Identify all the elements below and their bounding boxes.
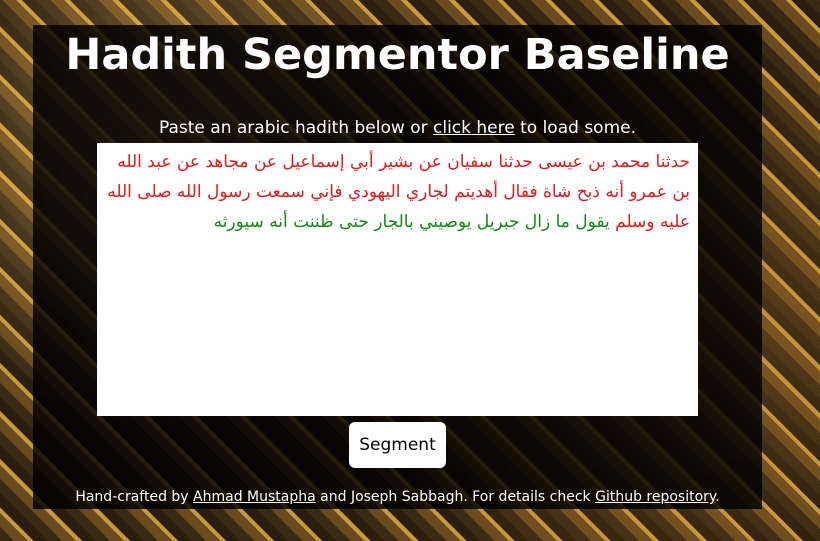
author-link[interactable]: Ahmad Mustapha — [193, 489, 316, 505]
load-examples-link[interactable]: click here — [433, 118, 515, 138]
segment-text: يقول ما زال جبريل يوصيني بالجار حتى ظننت… — [213, 212, 610, 232]
page-title: Hadith Segmentor Baseline — [65, 30, 730, 80]
footer-prefix: Hand-crafted by — [75, 489, 194, 505]
instructions-text: Paste an arabic hadith below or click he… — [33, 117, 762, 139]
footer: Hand-crafted by Ahmad Mustapha and Josep… — [33, 488, 762, 506]
instructions-after: to load some. — [514, 118, 636, 138]
segment-button[interactable]: Segment — [349, 422, 446, 468]
footer-middle: and Joseph Sabbagh. For details check — [315, 489, 596, 505]
main-panel: Hadith Segmentor Baseline Paste an arabi… — [33, 25, 762, 509]
hadith-input[interactable]: حدثنا محمد بن عيسى حدثنا سفيان عن بشير أ… — [97, 143, 698, 416]
instructions-before: Paste an arabic hadith below or — [158, 118, 433, 138]
footer-suffix: . — [715, 489, 720, 505]
github-repository-link[interactable]: Github repository — [595, 489, 715, 505]
